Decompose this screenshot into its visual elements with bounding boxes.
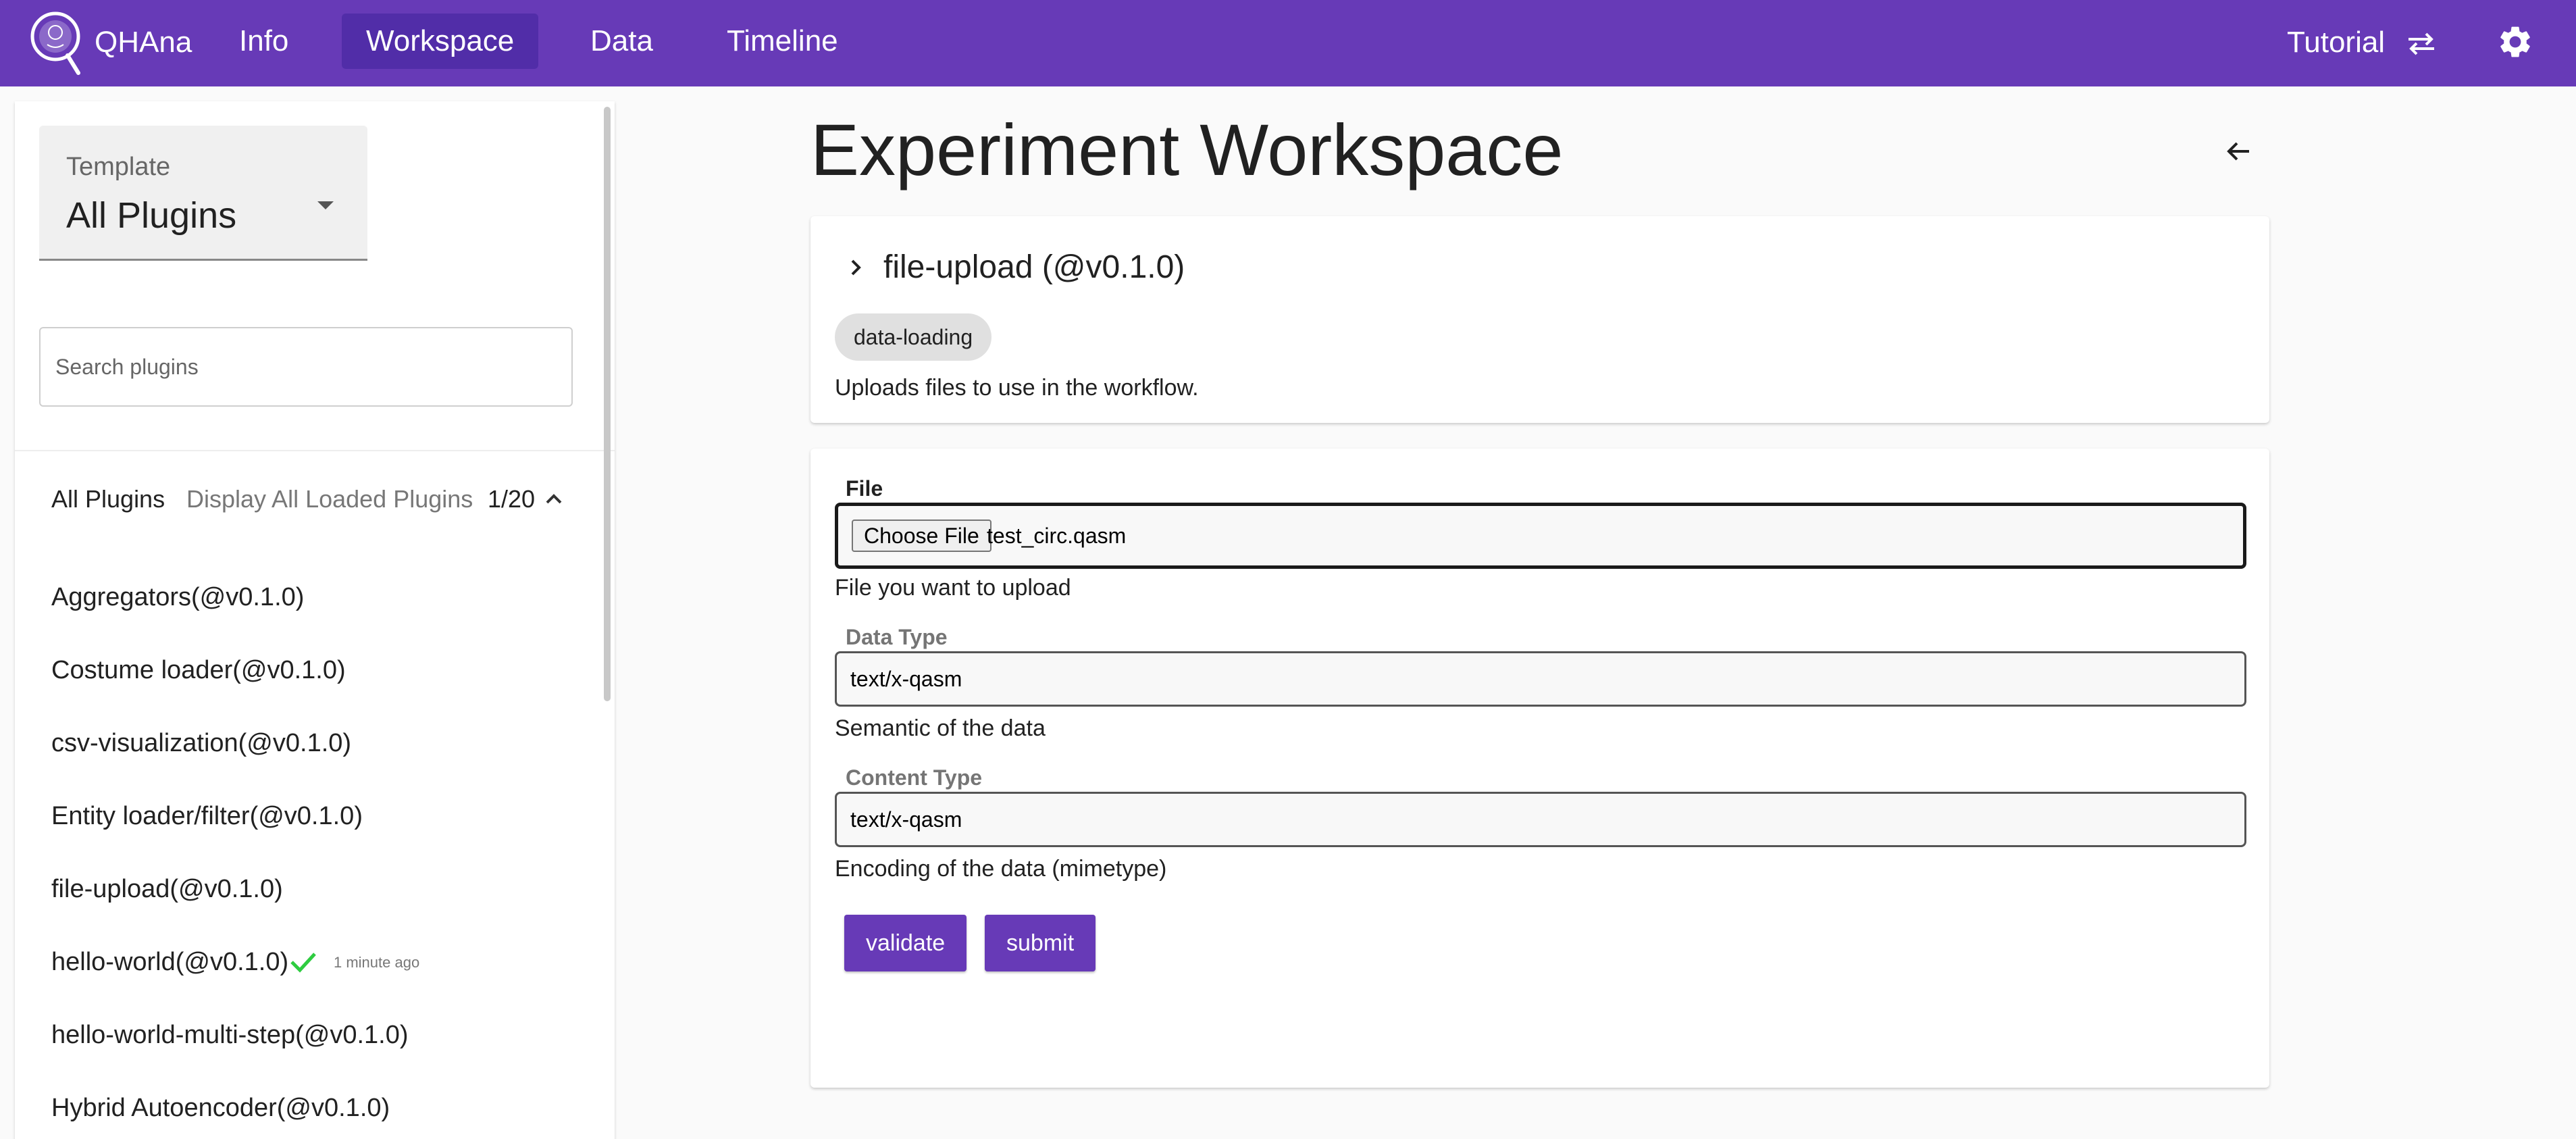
plugin-status-time: 1 minute ago	[334, 954, 420, 971]
content-type-label: Content Type	[846, 765, 983, 790]
plugin-info-card: file-upload (@v0.1.0) data-loading Uploa…	[810, 216, 2269, 423]
template-select-label: Template	[66, 153, 171, 181]
check-icon	[290, 953, 316, 973]
swap-horizontal-icon[interactable]	[2404, 27, 2438, 59]
qhana-logo-icon[interactable]	[28, 5, 85, 78]
content-type-field[interactable]: text/x-qasm	[835, 792, 2246, 847]
settings-gear-icon[interactable]	[2496, 23, 2534, 61]
arrow-back-icon[interactable]	[2222, 135, 2255, 168]
template-select-value[interactable]: All Plugins	[66, 195, 236, 236]
chevron-right-icon[interactable]	[846, 254, 867, 281]
plugin-list-item[interactable]: csv-visualization(@v0.1.0)	[51, 728, 351, 758]
template-select[interactable]: Template All Plugins	[39, 126, 367, 261]
plugin-list-item[interactable]: Entity loader/filter(@v0.1.0)	[51, 801, 363, 831]
file-helper-text: File you want to upload	[835, 575, 1071, 601]
plugin-list-title: All Plugins	[51, 485, 165, 513]
selected-file-name: test_circ.qasm	[987, 524, 1127, 548]
plugin-list-item[interactable]: Costume loader(@v0.1.0)	[51, 655, 346, 685]
data-type-field[interactable]: text/x-qasm	[835, 651, 2246, 707]
file-field-label: File	[846, 476, 883, 501]
sidebar-divider	[15, 450, 615, 451]
page-title: Experiment Workspace	[810, 109, 1564, 191]
plugin-list-item[interactable]: hello-world(@v0.1.0)	[51, 947, 288, 977]
plugin-list-item[interactable]: hello-world-multi-step(@v0.1.0)	[51, 1020, 409, 1050]
tutorial-button[interactable]: Tutorial	[2287, 26, 2385, 59]
search-plugins-input[interactable]	[39, 327, 573, 407]
chevron-up-icon[interactable]	[543, 489, 565, 508]
file-input-field[interactable]: Choose File test_circ.qasm	[835, 503, 2246, 569]
sidebar-scrollbar[interactable]	[604, 107, 611, 701]
submit-button[interactable]: submit	[985, 915, 1096, 971]
nav-workspace[interactable]: Workspace	[342, 14, 539, 69]
app-brand[interactable]: QHAna	[95, 26, 192, 59]
nav-info[interactable]: Info	[215, 14, 313, 69]
nav-timeline[interactable]: Timeline	[702, 14, 862, 69]
choose-file-button[interactable]: Choose File	[852, 520, 991, 552]
plugin-tag-chip: data-loading	[835, 313, 992, 361]
plugin-form-card: File Choose File test_circ.qasm File you…	[810, 449, 2269, 1088]
nav-data[interactable]: Data	[566, 14, 677, 69]
plugin-title[interactable]: file-upload (@v0.1.0)	[883, 247, 1185, 288]
data-type-label: Data Type	[846, 625, 948, 649]
dropdown-caret-icon[interactable]	[317, 201, 334, 209]
plugin-description: Uploads files to use in the workflow.	[835, 375, 1199, 401]
validate-button[interactable]: validate	[844, 915, 967, 971]
data-type-value: text/x-qasm	[850, 667, 962, 691]
plugin-list-subtitle: Display All Loaded Plugins	[186, 485, 473, 513]
plugin-list-count: 1/20	[488, 485, 536, 513]
plugin-list-item[interactable]: file-upload(@v0.1.0)	[51, 874, 283, 904]
plugin-list-item[interactable]: Aggregators(@v0.1.0)	[51, 582, 304, 612]
content-type-helper-text: Encoding of the data (mimetype)	[835, 856, 1167, 882]
data-type-helper-text: Semantic of the data	[835, 715, 1046, 741]
plugin-sidebar: Template All Plugins All Plugins Display…	[15, 101, 615, 1139]
plugin-list-item[interactable]: Hybrid Autoencoder(@v0.1.0)	[51, 1093, 390, 1123]
content-type-value: text/x-qasm	[850, 807, 962, 832]
app-bar: QHAna Info Workspace Data Timeline Tutor…	[0, 0, 2576, 86]
